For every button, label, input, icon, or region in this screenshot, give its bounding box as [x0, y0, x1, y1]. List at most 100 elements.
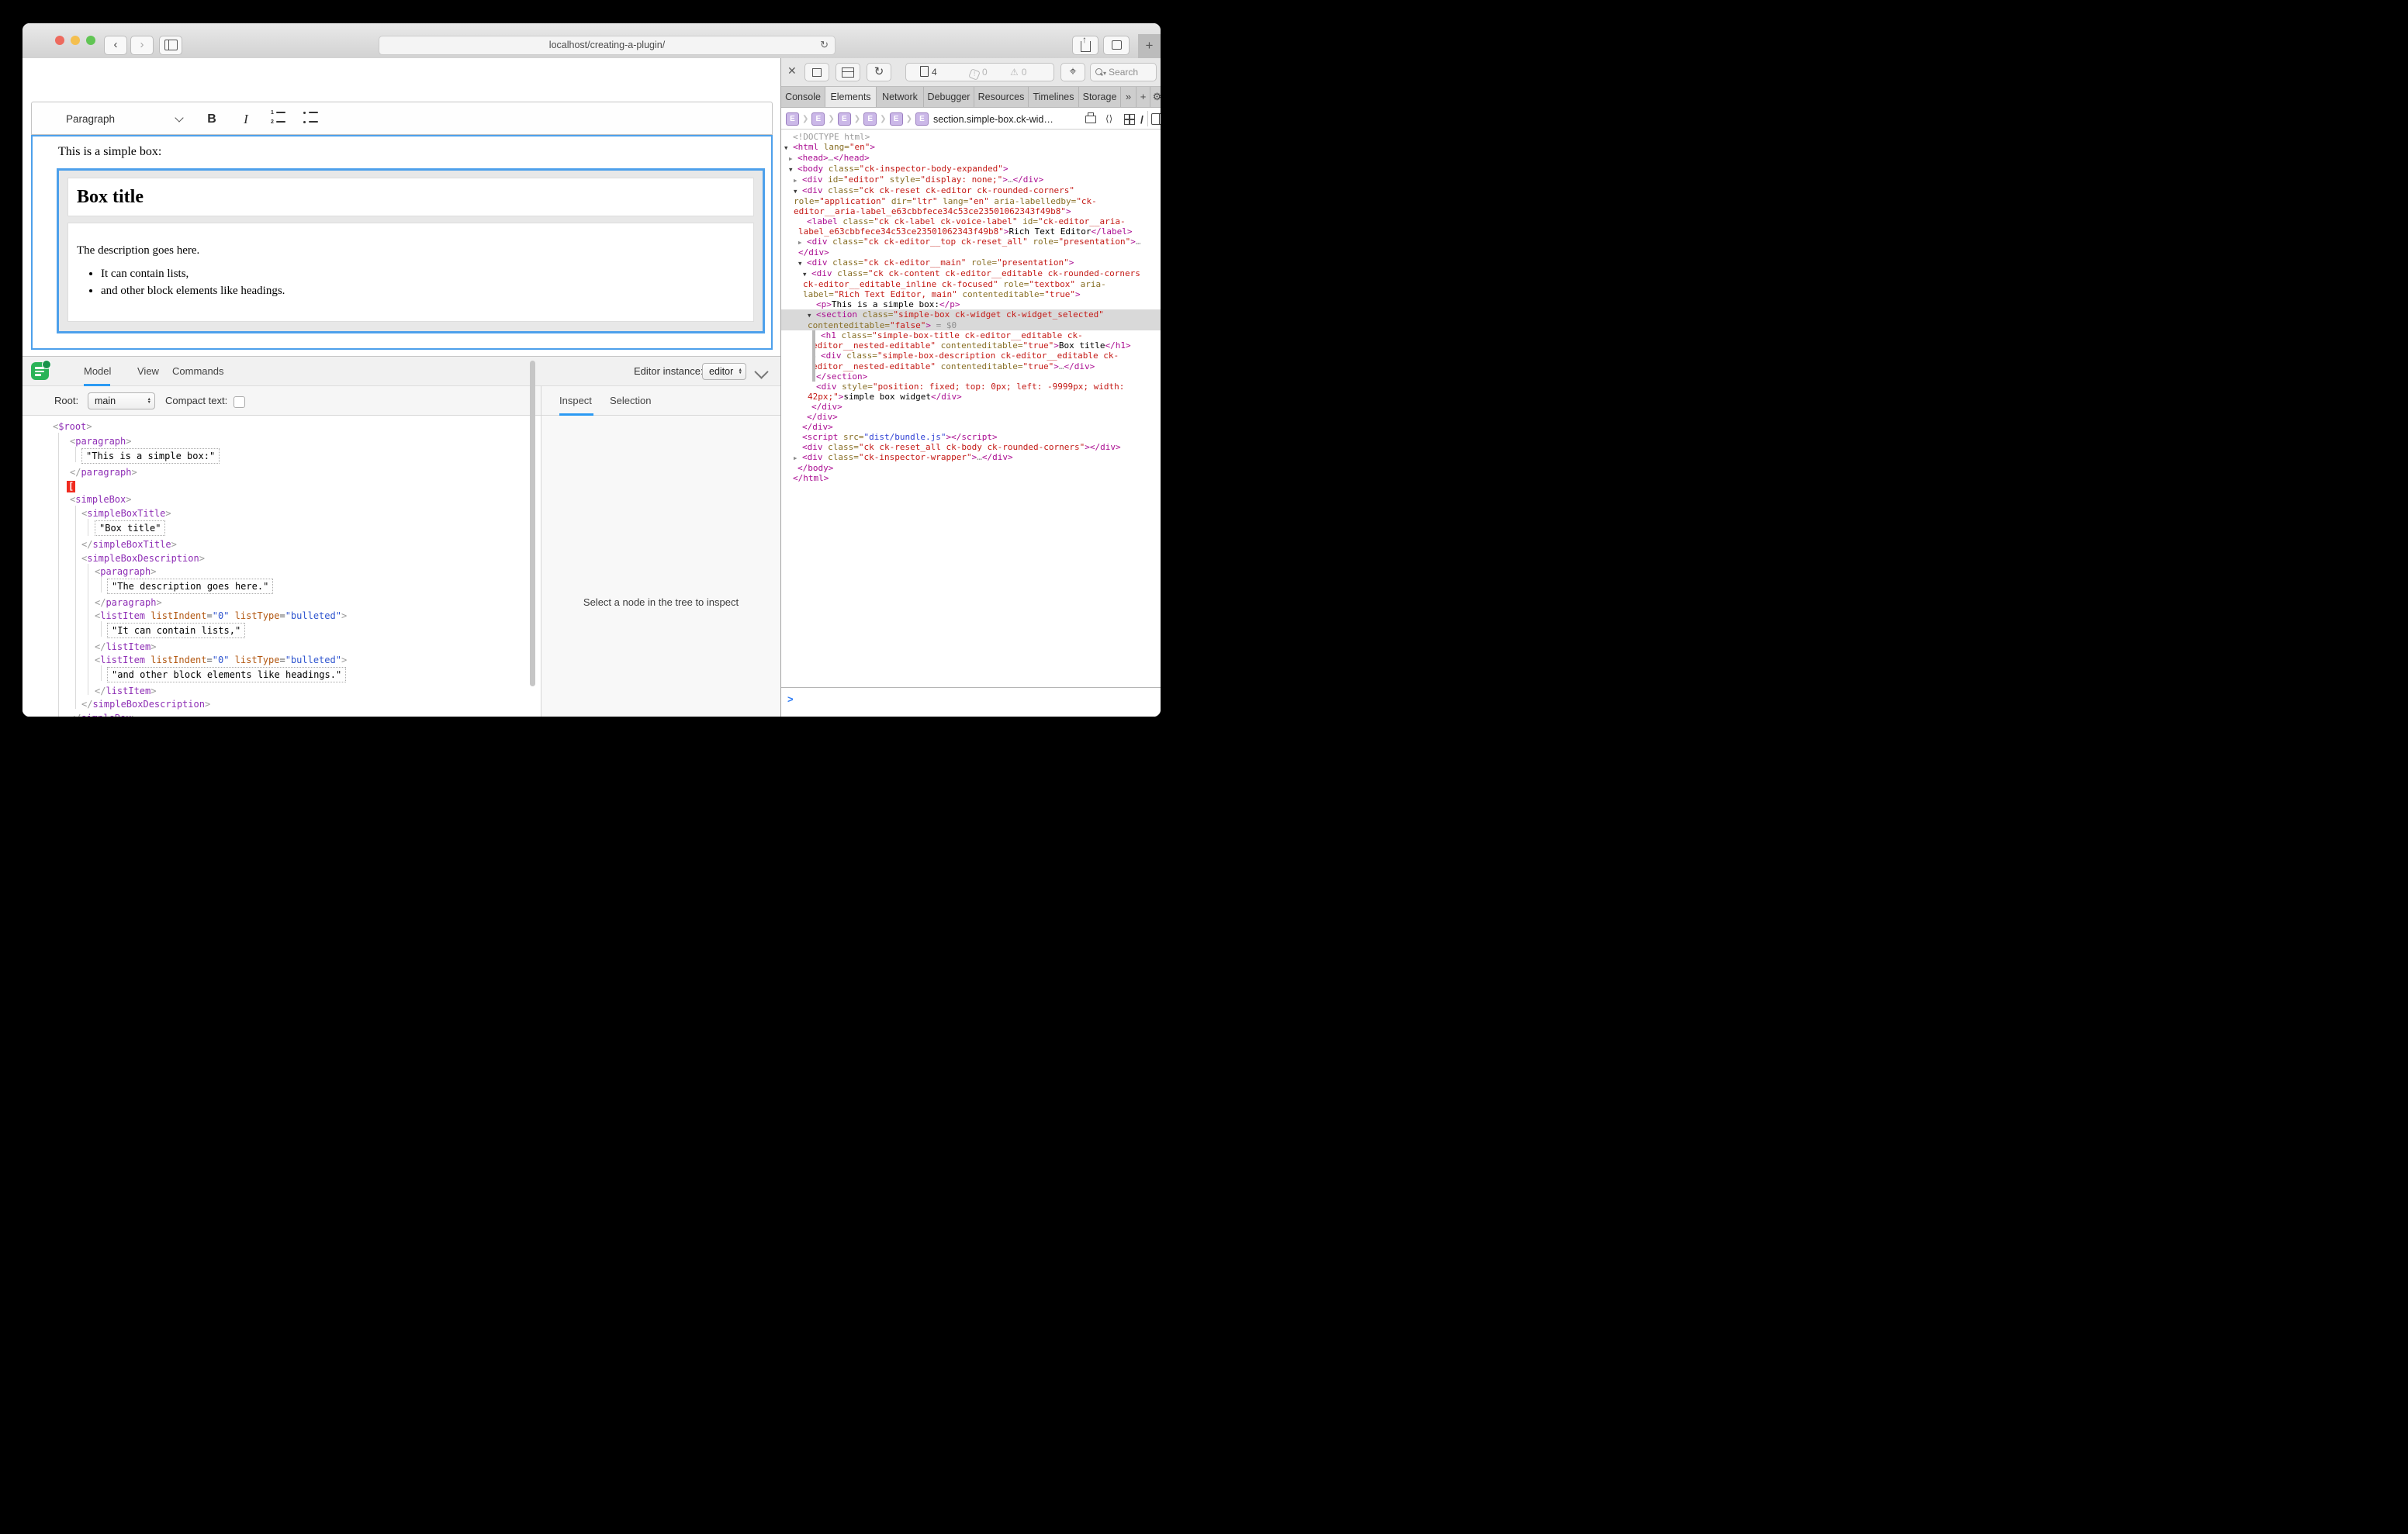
- devtools-search-field[interactable]: ▾Search: [1090, 63, 1157, 81]
- disclosure-triangle-icon[interactable]: ▶: [794, 175, 802, 185]
- box-bullet-item[interactable]: It can contain lists,: [101, 267, 753, 281]
- model-tree-row[interactable]: "The description goes here.": [107, 579, 273, 594]
- editor-instance-select[interactable]: editor ▲▼: [702, 363, 746, 380]
- minimize-window-button[interactable]: [71, 36, 80, 45]
- element-badge-icon[interactable]: E: [915, 112, 929, 126]
- intro-paragraph[interactable]: This is a simple box:: [58, 145, 161, 159]
- inspector-side-tab-selection[interactable]: Selection: [610, 386, 653, 416]
- model-text-node[interactable]: "This is a simple box:": [81, 448, 220, 464]
- model-tree-row[interactable]: <simpleBox>: [70, 493, 132, 506]
- element-badge-icon[interactable]: E: [786, 112, 799, 126]
- model-tree-row[interactable]: </simpleBoxDescription>: [81, 698, 210, 710]
- disclosure-triangle-icon[interactable]: ▼: [798, 258, 807, 268]
- model-tree-row[interactable]: <$root>: [53, 420, 92, 433]
- dom-tree-line[interactable]: <label class="ck ck-label ck-voice-label…: [781, 216, 1161, 237]
- back-button[interactable]: ‹: [104, 36, 127, 55]
- disclosure-triangle-icon[interactable]: ▼: [789, 164, 797, 174]
- dom-tree-line[interactable]: ▼<body class="ck-inspector-body-expanded…: [781, 164, 1161, 174]
- model-tree-row[interactable]: <paragraph>: [70, 435, 132, 447]
- compact-text-checkbox[interactable]: [234, 396, 245, 408]
- new-tab-button[interactable]: +: [1138, 34, 1161, 58]
- element-badge-icon[interactable]: E: [811, 112, 825, 126]
- element-badge-icon[interactable]: E: [890, 112, 903, 126]
- dom-tree-line[interactable]: </div>: [781, 412, 1161, 422]
- disclosure-triangle-icon[interactable]: ▶: [794, 453, 802, 463]
- devtools-tab-console[interactable]: Console: [781, 87, 825, 107]
- element-picker-button[interactable]: ⌖: [1060, 63, 1085, 81]
- model-tree-row[interactable]: <simpleBoxDescription>: [81, 552, 205, 565]
- model-tree-row[interactable]: <simpleBoxTitle>: [81, 507, 171, 520]
- disclosure-triangle-icon[interactable]: ▼: [794, 186, 802, 196]
- disclosure-triangle-icon[interactable]: ▼: [808, 310, 816, 320]
- rich-text-editable[interactable]: This is a simple box: Box title The desc…: [31, 135, 773, 350]
- dom-tree-line[interactable]: </section>: [781, 371, 1161, 382]
- dom-tree-line[interactable]: ▼<html lang="en">: [781, 142, 1161, 153]
- details-sidebar-toggle[interactable]: [1151, 112, 1161, 129]
- dom-tree-line[interactable]: <!DOCTYPE html>: [781, 132, 1161, 142]
- share-button[interactable]: [1072, 36, 1098, 55]
- close-window-button[interactable]: [55, 36, 64, 45]
- devtools-tab-resources[interactable]: Resources: [974, 87, 1029, 107]
- root-select[interactable]: main ▲▼: [88, 392, 155, 409]
- forward-button[interactable]: ›: [130, 36, 154, 55]
- dom-tree-line[interactable]: ▶<div class="simple-box-description ck-e…: [781, 351, 1161, 371]
- collapse-inspector-icon[interactable]: [754, 364, 768, 378]
- detach-devtools-button[interactable]: [804, 63, 829, 81]
- model-tree-row[interactable]: "and other block elements like headings.…: [107, 667, 346, 682]
- box-bullet-item[interactable]: and other block elements like headings.: [101, 284, 753, 298]
- close-devtools-icon[interactable]: ✕: [787, 64, 797, 78]
- inspector-tab-commands[interactable]: Commands: [172, 357, 220, 386]
- model-tree-row[interactable]: "It can contain lists,": [107, 623, 245, 638]
- model-text-node[interactable]: "and other block elements like headings.…: [107, 667, 346, 682]
- breadcrumb-selected-element[interactable]: section.simple-box.ck-wid…: [933, 114, 1054, 125]
- element-badge-icon[interactable]: E: [863, 112, 877, 126]
- dom-tree-line[interactable]: ▶<div class="ck-inspector-wrapper">…</di…: [781, 452, 1161, 463]
- bold-button[interactable]: B: [201, 108, 223, 130]
- inspector-tab-model[interactable]: Model: [84, 357, 110, 386]
- dom-tree-line[interactable]: ▶<head>…</head>: [781, 153, 1161, 164]
- simple-box-widget[interactable]: Box title The description goes here. It …: [57, 168, 765, 333]
- model-tree-row[interactable]: </simpleBoxTitle>: [81, 538, 177, 551]
- model-tree-row[interactable]: </simpleBox>: [70, 712, 137, 717]
- model-text-node[interactable]: "The description goes here.": [107, 579, 273, 594]
- disclosure-triangle-icon[interactable]: ▶: [789, 154, 797, 164]
- styles-brush-button[interactable]: /: [1140, 113, 1143, 127]
- model-tree-row[interactable]: <listItem listIndent="0" listType="bulle…: [95, 610, 347, 622]
- layout-grid-button[interactable]: [1124, 114, 1134, 124]
- dom-tree-line[interactable]: </html>: [781, 473, 1161, 483]
- inspector-tab-view[interactable]: View: [137, 357, 159, 386]
- show-source-button[interactable]: ⟨⟩: [1105, 113, 1112, 124]
- dom-tree-line[interactable]: <script src="dist/bundle.js"></script>: [781, 432, 1161, 442]
- dom-tree-line[interactable]: </body>: [781, 463, 1161, 473]
- reload-icon[interactable]: ↻: [820, 36, 829, 54]
- dom-tree-line[interactable]: <div class="ck ck-reset_all ck-body ck-r…: [781, 442, 1161, 452]
- tab-overview-button[interactable]: [1103, 36, 1130, 55]
- model-tree-row[interactable]: [: [67, 480, 75, 492]
- dom-tree-line[interactable]: ▼<div class="ck ck-reset ck-editor ck-ro…: [781, 185, 1161, 216]
- dom-tree-line[interactable]: ▼<section class="simple-box ck-widget ck…: [781, 309, 1161, 330]
- devtools-tab-debugger[interactable]: Debugger: [924, 87, 974, 107]
- model-tree-row[interactable]: <paragraph>: [95, 565, 157, 578]
- model-tree-row[interactable]: </listItem>: [95, 641, 156, 653]
- sidebar-toggle-button[interactable]: [159, 36, 182, 55]
- tree-scrollbar[interactable]: [530, 361, 535, 686]
- devtools-tab-network[interactable]: Network: [877, 87, 924, 107]
- dom-tree-line[interactable]: ▶<div class="ck ck-editor__top ck-reset_…: [781, 237, 1161, 257]
- devtools-tab-timelines[interactable]: Timelines: [1029, 87, 1079, 107]
- dom-tree-line[interactable]: ▼<div class="ck ck-content ck-editor__ed…: [781, 268, 1161, 299]
- dom-tree-line[interactable]: <p>This is a simple box:</p>: [781, 299, 1161, 309]
- address-bar[interactable]: localhost/creating-a-plugin/ ↻: [379, 36, 836, 55]
- model-tree-row[interactable]: </paragraph>: [95, 596, 162, 609]
- zoom-window-button[interactable]: [86, 36, 95, 45]
- dom-tree-line[interactable]: </div>: [781, 422, 1161, 432]
- devtools-tab-elements[interactable]: Elements: [825, 87, 877, 107]
- simple-box-title[interactable]: Box title: [67, 178, 754, 216]
- bulleted-list-button[interactable]: [303, 109, 323, 128]
- resource-status-group[interactable]: 4 !0 ⚠0: [905, 63, 1054, 81]
- print-button[interactable]: [1085, 112, 1096, 127]
- model-tree-row[interactable]: <listItem listIndent="0" listType="bulle…: [95, 654, 347, 666]
- breadcrumb[interactable]: E❯E❯E❯E❯E❯Esection.simple-box.ck-wid…: [786, 112, 1054, 126]
- disclosure-triangle-icon[interactable]: ▶: [798, 237, 807, 247]
- dom-tree-line[interactable]: ▼<div class="ck ck-editor__main" role="p…: [781, 257, 1161, 268]
- reload-page-button[interactable]: ↻: [867, 63, 891, 81]
